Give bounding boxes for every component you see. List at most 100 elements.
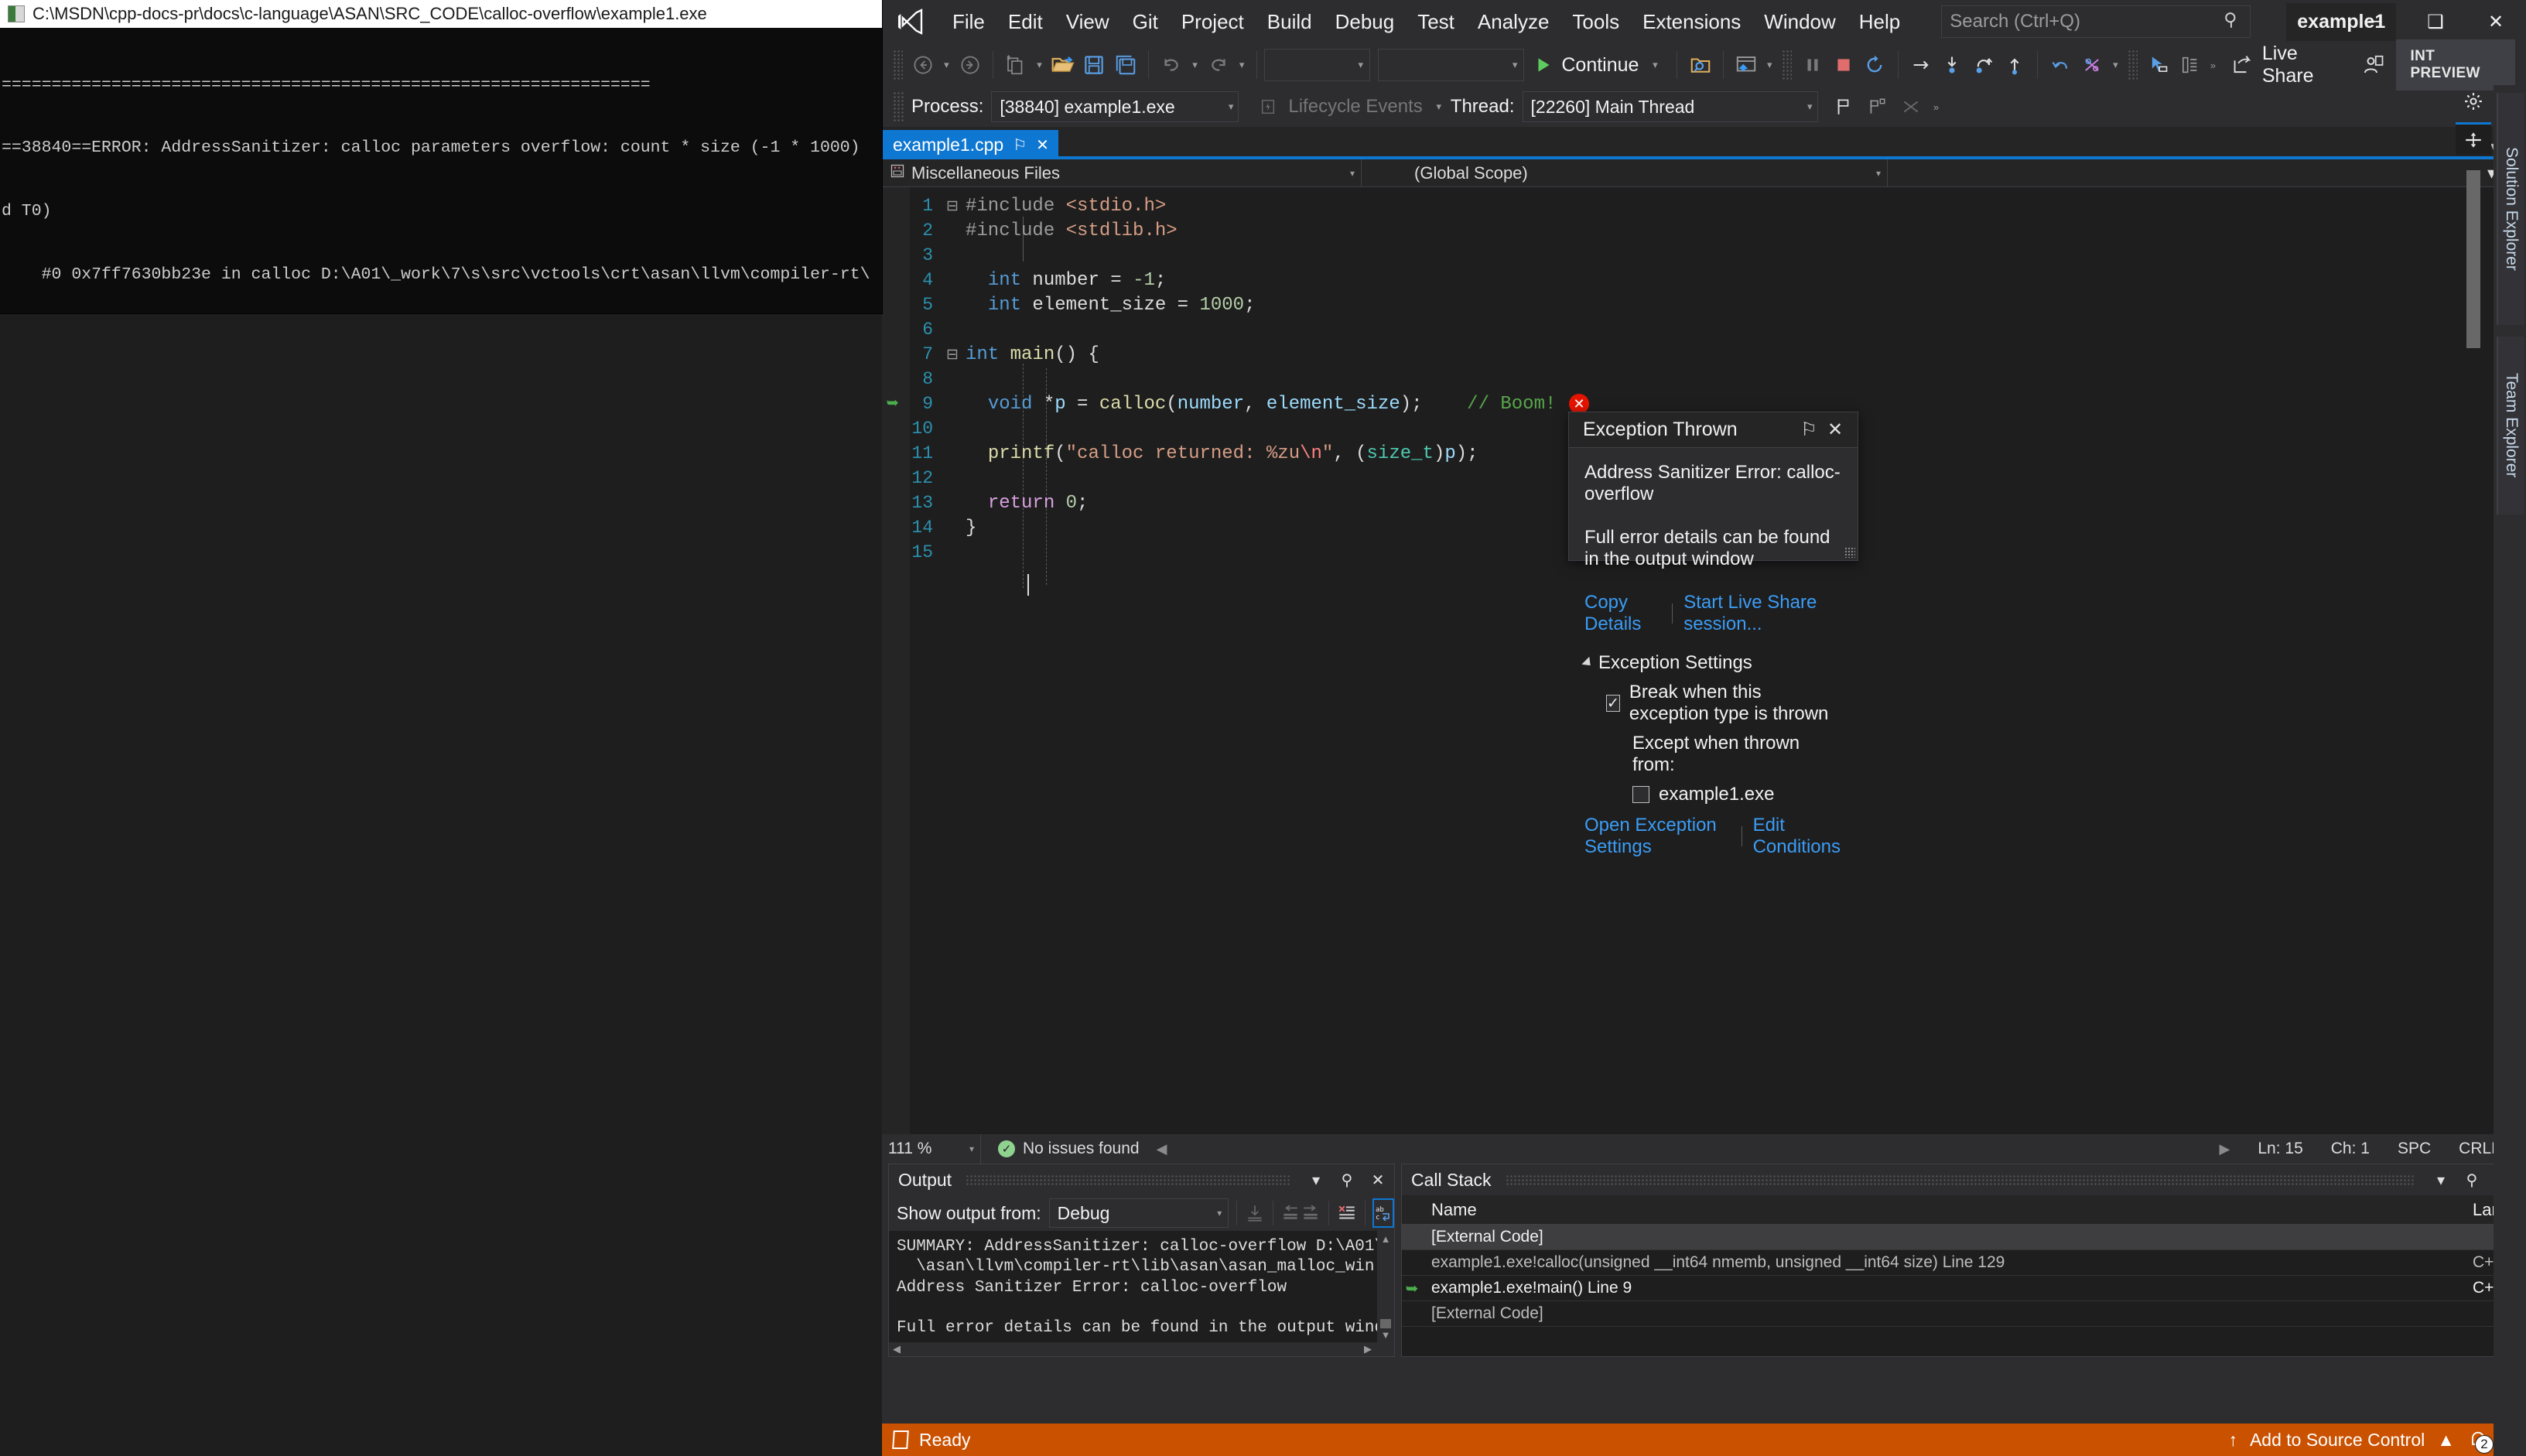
browser-home-icon[interactable] — [1731, 48, 1762, 82]
indentation-indicator[interactable]: SPC — [2398, 1140, 2431, 1158]
navigate-backward-dropdown[interactable]: ▾ — [938, 48, 954, 82]
solution-configuration-combo[interactable]: ▾ — [1264, 49, 1371, 81]
attach-to-process-icon[interactable] — [1684, 48, 1715, 82]
step-over-icon[interactable] — [1967, 48, 1998, 82]
close-button[interactable]: ✕ — [2466, 0, 2526, 43]
output-text-area[interactable]: SUMMARY: AddressSanitizer: calloc-overfl… — [889, 1231, 1394, 1356]
vtab-team-explorer[interactable]: Team Explorer — [2497, 337, 2524, 514]
table-row[interactable]: [External Code] — [1402, 1225, 2519, 1250]
call-stack-rows[interactable]: [External Code] example1.exe!calloc(unsi… — [1402, 1225, 2519, 1356]
redo-icon[interactable] — [1203, 48, 1234, 82]
flag-thread-icon[interactable] — [1826, 90, 1860, 124]
break-all-icon[interactable] — [1796, 48, 1827, 82]
process-combo[interactable]: [38840] example1.exe ▾ — [991, 91, 1239, 122]
navigate-forward-icon[interactable] — [955, 48, 986, 82]
menu-item-help[interactable]: Help — [1848, 7, 1912, 36]
undo-icon[interactable] — [1156, 48, 1187, 82]
notifications-button[interactable]: 2 — [2467, 1429, 2494, 1454]
add-to-source-control-button[interactable]: Add to Source Control — [2250, 1430, 2425, 1451]
continue-button[interactable]: Continue ▾ — [1524, 48, 1670, 82]
menu-item-file[interactable]: File — [941, 7, 996, 36]
scroll-down-icon[interactable]: ▼ — [1377, 1327, 1394, 1342]
panel-drag-area[interactable] — [1505, 1174, 2415, 1185]
console-title-bar[interactable]: C:\MSDN\cpp-docs-pr\docs\c-language\ASAN… — [0, 0, 882, 28]
toolbar-grip-3[interactable] — [2128, 50, 2138, 80]
stop-debugging-icon[interactable] — [1828, 48, 1859, 82]
panel-menu-icon[interactable]: ▾ — [2429, 1168, 2453, 1191]
search-input[interactable]: Search (Ctrl+Q) — [1941, 5, 2251, 38]
browser-dropdown[interactable]: ▾ — [1762, 48, 1777, 82]
step-back-icon[interactable] — [2045, 48, 2076, 82]
zoom-level-combo[interactable]: 111 % ▾ — [882, 1134, 981, 1164]
show-next-statement-icon[interactable] — [1906, 48, 1936, 82]
thread-combo[interactable]: [22260] Main Thread ▾ — [1522, 91, 1818, 122]
issues-nav-prev-icon[interactable]: ◀ — [1157, 1141, 1167, 1157]
maximize-button[interactable]: ❑ — [2405, 0, 2466, 43]
column-header-name[interactable]: Name — [1422, 1200, 2473, 1220]
code-line-8[interactable]: 8 — [882, 367, 2526, 391]
pin-icon[interactable]: ⚐ — [1796, 417, 1822, 443]
split-icon[interactable] — [2456, 122, 2491, 155]
code-line-4[interactable]: 4 int number = -1; — [882, 268, 2526, 292]
save-all-icon[interactable] — [1110, 48, 1141, 82]
toolbar-grip-2[interactable] — [1782, 50, 1793, 80]
exe-exclusion-row[interactable]: example1.exe — [1632, 784, 1842, 805]
panel-drag-area[interactable] — [966, 1174, 1290, 1185]
scope-combo[interactable]: (Global Scope) ▾ — [1362, 159, 1888, 187]
menu-item-project[interactable]: Project — [1170, 7, 1256, 36]
diagnostic-tools-icon[interactable] — [2077, 48, 2107, 82]
toolbar-overflow[interactable]: » — [2205, 48, 2220, 82]
step-out-icon[interactable] — [1999, 48, 2030, 82]
open-exception-settings-link[interactable]: Open Exception Settings — [1584, 815, 1731, 858]
undo-dropdown[interactable]: ▾ — [1187, 48, 1202, 82]
console-window[interactable]: C:\MSDN\cpp-docs-pr\docs\c-language\ASAN… — [0, 0, 882, 313]
code-line-6[interactable]: 6 — [882, 317, 2526, 342]
diagnostic-dropdown[interactable]: ▾ — [2107, 48, 2123, 82]
code-line-1[interactable]: 1 ⊟ #include <stdio.h> — [882, 193, 2526, 218]
menu-item-build[interactable]: Build — [1256, 7, 1324, 36]
exception-settings-section[interactable]: Exception Settings — [1581, 652, 1842, 674]
table-row[interactable]: ➥ example1.exe!main() Line 9 C++ — [1402, 1276, 2519, 1301]
issues-nav-next-icon[interactable]: ▶ — [2220, 1141, 2230, 1157]
menu-item-git[interactable]: Git — [1121, 7, 1170, 36]
panel-menu-icon[interactable]: ▾ — [1304, 1168, 1328, 1191]
issues-indicator[interactable]: ✓ No issues found — [981, 1140, 1140, 1158]
new-item-dropdown[interactable]: ▾ — [1031, 48, 1047, 82]
live-share-button[interactable]: Live Share — [2220, 43, 2357, 87]
restart-icon[interactable] — [1859, 48, 1890, 82]
menu-item-test[interactable]: Test — [1406, 7, 1466, 36]
rail-scrollbar[interactable] — [2466, 170, 2480, 348]
break-on-exception-row[interactable]: ✓ Break when this exception type is thro… — [1606, 682, 1842, 725]
break-on-exception-checkbox[interactable]: ✓ — [1606, 695, 1620, 712]
code-line-5[interactable]: 5 int element_size = 1000; — [882, 292, 2526, 317]
menu-item-analyze[interactable]: Analyze — [1466, 7, 1561, 36]
project-combo[interactable]: Miscellaneous Files ▾ — [882, 159, 1362, 187]
menu-item-view[interactable]: View — [1054, 7, 1121, 36]
table-row[interactable]: example1.exe!calloc(unsigned __int64 nme… — [1402, 1250, 2519, 1276]
gear-icon[interactable] — [2456, 85, 2491, 118]
output-horizontal-scrollbar[interactable]: ◀ ▶ — [889, 1342, 1394, 1356]
redo-dropdown[interactable]: ▾ — [1234, 48, 1249, 82]
open-file-icon[interactable] — [1048, 48, 1078, 82]
solution-platform-combo[interactable]: ▾ — [1378, 49, 1525, 81]
debugbar-grip[interactable] — [893, 91, 904, 122]
go-to-next-icon[interactable] — [1301, 1198, 1321, 1228]
table-row[interactable]: [External Code] — [1402, 1301, 2519, 1327]
menu-item-debug[interactable]: Debug — [1324, 7, 1407, 36]
menu-item-tools[interactable]: Tools — [1560, 7, 1631, 36]
find-message-icon[interactable] — [1245, 1198, 1265, 1228]
chevron-down-icon[interactable] — [1581, 656, 1595, 670]
code-line-2[interactable]: 2 #include <stdlib.h> — [882, 218, 2526, 243]
chevron-up-icon[interactable]: ▲ — [2437, 1430, 2455, 1451]
toolbar-grip[interactable] — [893, 50, 903, 80]
clear-all-icon[interactable] — [1337, 1198, 1357, 1228]
menu-item-extensions[interactable]: Extensions — [1631, 7, 1752, 36]
menu-item-window[interactable]: Window — [1752, 7, 1847, 36]
scroll-up-icon[interactable]: ▲ — [1377, 1231, 1394, 1246]
step-into-icon[interactable] — [1936, 48, 1967, 82]
go-to-previous-icon[interactable] — [1280, 1198, 1301, 1228]
show-threads-icon[interactable] — [2174, 48, 2205, 82]
start-live-share-link[interactable]: Start Live Share session... — [1683, 592, 1842, 635]
resize-grip[interactable] — [1844, 547, 1855, 558]
new-item-icon[interactable] — [1000, 48, 1031, 82]
